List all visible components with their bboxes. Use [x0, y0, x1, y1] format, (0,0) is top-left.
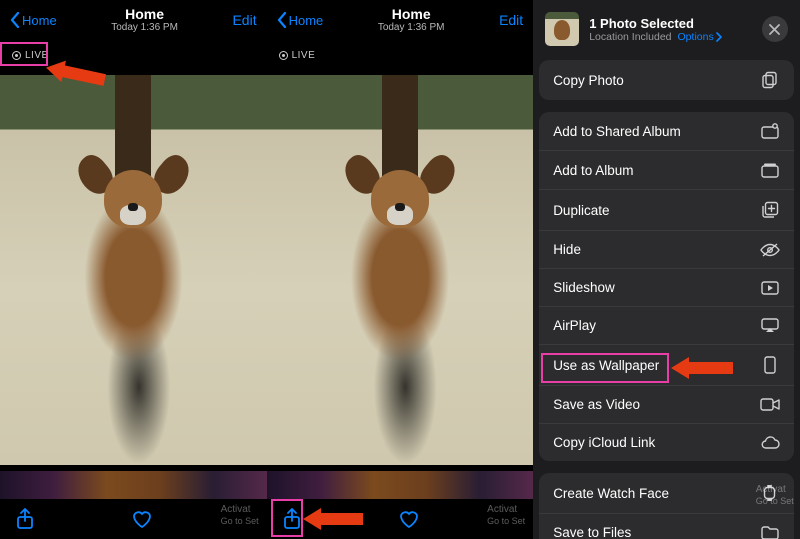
nav-title: Home [111, 7, 178, 22]
phone-icon [760, 356, 780, 374]
favorite-button[interactable] [131, 509, 153, 529]
action-copy-icloud-link[interactable]: Copy iCloud Link [539, 423, 794, 461]
airplay-icon [760, 318, 780, 333]
share-thumbnail [545, 12, 579, 46]
action-label: Create Watch Face [553, 486, 669, 501]
share-icon [16, 508, 34, 530]
back-button[interactable]: Home [10, 12, 57, 28]
nav-title-block: Home Today 1:36 PM [378, 7, 445, 33]
watermark-l1: Activat [487, 504, 525, 516]
heart-icon [131, 509, 153, 529]
cloud-icon [760, 436, 780, 449]
share-subtitle: Location Included [589, 31, 671, 43]
live-icon [12, 51, 21, 60]
live-label: LIVE [25, 50, 49, 61]
duplicate-icon [760, 201, 780, 219]
nav-timestamp: Today 1:36 PM [111, 22, 178, 33]
eye-slash-icon [760, 243, 780, 257]
action-label: AirPlay [553, 318, 596, 333]
action-label: Add to Album [553, 163, 633, 178]
os-watermark: Activat Go to Set [487, 504, 525, 527]
action-hide[interactable]: Hide [539, 230, 794, 268]
phone-screen-2: Home Home Today 1:36 PM Edit LIVE [267, 0, 534, 539]
share-sheet-header: 1 Photo Selected Location Included Optio… [533, 0, 800, 60]
action-save-to-files[interactable]: Save to Files [539, 513, 794, 539]
action-add-album[interactable]: Add to Album [539, 150, 794, 189]
action-duplicate[interactable]: Duplicate [539, 189, 794, 230]
os-watermark: Activat Go to Set [756, 484, 794, 507]
heart-icon [398, 509, 420, 529]
photo-viewport[interactable] [0, 75, 267, 465]
watermark-l1: Activat [221, 504, 259, 516]
share-sheet: 1 Photo Selected Location Included Optio… [533, 0, 800, 539]
live-label: LIVE [292, 50, 316, 61]
phone-screen-3: 1 Photo Selected Location Included Optio… [533, 0, 800, 539]
os-watermark: Activat Go to Set [221, 504, 259, 527]
watermark-l2: Go to Set [756, 496, 794, 507]
action-label: Slideshow [553, 280, 615, 295]
nav-bar: Home Home Today 1:36 PM Edit [267, 0, 534, 40]
share-button[interactable] [16, 508, 34, 530]
action-label: Save as Video [553, 397, 640, 412]
photo-viewport[interactable] [267, 75, 534, 465]
action-add-shared-album[interactable]: Add to Shared Album [539, 112, 794, 150]
filmstrip[interactable] [0, 471, 267, 499]
back-button[interactable]: Home [277, 12, 324, 28]
folder-icon [760, 526, 780, 539]
close-icon [769, 24, 780, 35]
share-title: 1 Photo Selected [589, 16, 723, 31]
watermark-l2: Go to Set [221, 516, 259, 527]
edit-button[interactable]: Edit [499, 12, 523, 28]
edit-button[interactable]: Edit [232, 12, 256, 28]
album-icon [760, 162, 780, 178]
share-icon [283, 508, 301, 530]
live-icon [279, 51, 288, 60]
action-label: Copy Photo [553, 73, 624, 88]
chevron-right-icon [716, 32, 723, 42]
nav-title: Home [378, 7, 445, 22]
share-button[interactable] [283, 508, 301, 530]
filmstrip[interactable] [267, 471, 534, 499]
phone-screen-1: Home Home Today 1:36 PM Edit LIVE [0, 0, 267, 539]
shared-album-icon [760, 123, 780, 139]
action-slideshow[interactable]: Slideshow [539, 268, 794, 306]
action-label: Copy iCloud Link [553, 435, 655, 450]
action-label: Add to Shared Album [553, 124, 681, 139]
share-action-list: Copy Photo Add to Shared Album [533, 60, 800, 539]
nav-bar: Home Home Today 1:36 PM Edit [0, 0, 267, 40]
action-label: Hide [553, 242, 581, 257]
chevron-left-icon [277, 12, 287, 28]
nav-timestamp: Today 1:36 PM [378, 22, 445, 33]
action-save-as-video[interactable]: Save as Video [539, 385, 794, 423]
action-group-1: Copy Photo [539, 60, 794, 100]
close-button[interactable] [762, 16, 788, 42]
action-airplay[interactable]: AirPlay [539, 306, 794, 344]
back-label: Home [289, 13, 324, 28]
action-label: Duplicate [553, 203, 609, 218]
live-badge[interactable]: LIVE [6, 48, 55, 63]
action-group-2: Add to Shared Album Add to Album Duplica… [539, 112, 794, 461]
action-label: Use as Wallpaper [553, 358, 659, 373]
back-label: Home [22, 13, 57, 28]
action-label: Save to Files [553, 525, 631, 539]
favorite-button[interactable] [398, 509, 420, 529]
watermark-l1: Activat [756, 484, 794, 496]
live-badge[interactable]: LIVE [273, 48, 322, 63]
video-icon [760, 398, 780, 411]
play-icon [760, 281, 780, 295]
watermark-l2: Go to Set [487, 516, 525, 527]
action-copy-photo[interactable]: Copy Photo [539, 60, 794, 100]
copy-icon [760, 71, 780, 89]
action-wallpaper[interactable]: Use as Wallpaper [539, 344, 794, 385]
share-options-link[interactable]: Options [678, 31, 723, 43]
chevron-left-icon [10, 12, 20, 28]
nav-title-block: Home Today 1:36 PM [111, 7, 178, 33]
